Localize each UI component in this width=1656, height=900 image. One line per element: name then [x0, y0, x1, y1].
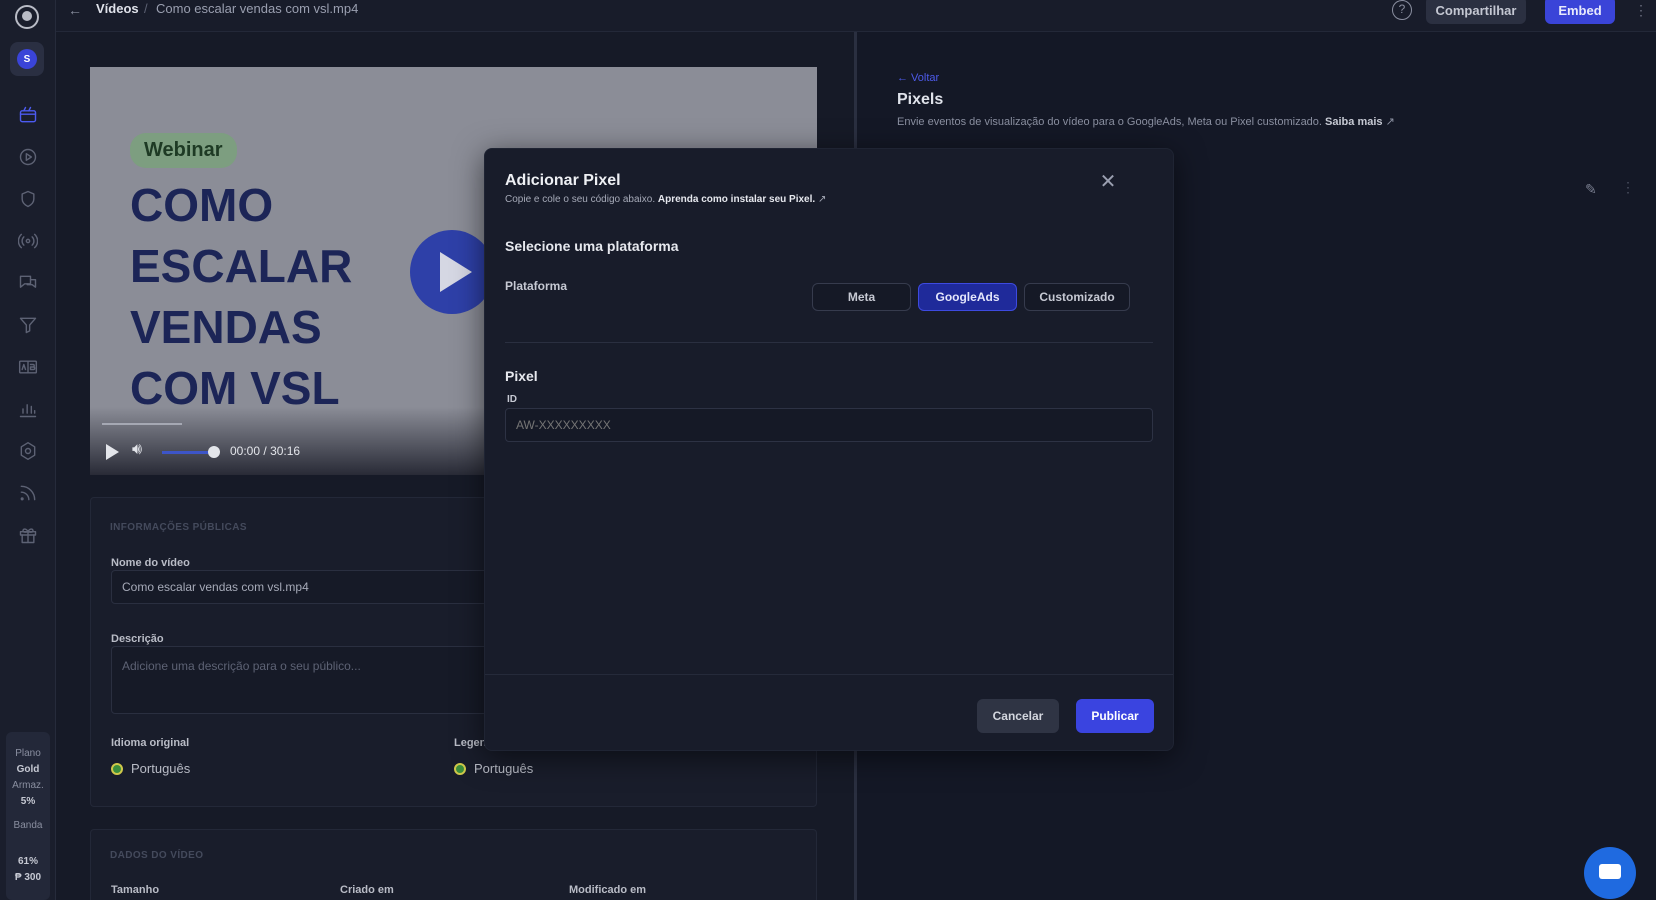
public-info-caption: INFORMAÇÕES PÚBLICAS [110, 522, 247, 533]
original-language-text: Português [131, 761, 191, 776]
modal-subtitle: Copie e cole o seu código abaixo. Aprend… [505, 194, 826, 205]
back-arrow-icon[interactable]: ← [68, 2, 82, 18]
video-name-label: Nome do vídeo [111, 557, 190, 569]
storage-label: Armaz. [12, 780, 44, 791]
created-label: Criado em [340, 884, 394, 896]
rss-icon[interactable] [15, 480, 41, 506]
avatar-container[interactable]: S [10, 42, 44, 76]
cancel-button[interactable]: Cancelar [977, 699, 1059, 733]
play-icon[interactable] [106, 444, 119, 460]
ab-test-icon[interactable] [15, 354, 41, 380]
storage-value: 5% [20, 796, 36, 807]
close-icon[interactable]: ✕ [1099, 172, 1117, 192]
description-label: Descrição [111, 633, 164, 645]
video-data-card: DADOS DO VÍDEO Tamanho Criado em Modific… [90, 829, 817, 900]
external-link-icon: ↗ [1385, 116, 1395, 128]
funnel-icon[interactable] [15, 312, 41, 338]
breadcrumb-current: Como escalar vendas com vsl.mp4 [156, 1, 359, 16]
gift-icon[interactable] [15, 522, 41, 548]
divider [505, 342, 1153, 343]
share-button[interactable]: Compartilhar [1426, 0, 1526, 24]
install-pixel-link[interactable]: Aprenda como instalar seu Pixel. [658, 194, 815, 205]
panel-description-text: Envie eventos de visualização do vídeo p… [897, 116, 1322, 128]
help-icon[interactable]: ? [1392, 0, 1412, 20]
pixel-heading: Pixel [505, 368, 538, 384]
bandwidth-value: 61% [17, 856, 38, 867]
external-link-icon: ↗ [817, 194, 827, 205]
duration: 30:16 [270, 444, 301, 458]
size-label: Tamanho [111, 884, 160, 896]
plan-value: Gold [16, 764, 40, 775]
platform-label: Plataforma [505, 279, 568, 293]
bandwidth-label: Banda [13, 820, 43, 831]
broadcast-icon[interactable] [15, 228, 41, 254]
current-time: 00:00 [230, 444, 261, 458]
plan-usage: Plano Gold Armaz. 5% Banda 61% ₱ 300 [6, 732, 50, 900]
platform-meta-button[interactable]: Meta [812, 283, 911, 311]
breadcrumb-separator: / [144, 1, 148, 16]
play-circle-icon[interactable] [15, 144, 41, 170]
back-link[interactable]: ← Voltar [897, 72, 939, 84]
description-field[interactable]: Adicione uma descrição para o seu públic… [111, 646, 491, 714]
comments-icon[interactable] [15, 270, 41, 296]
panel-title: Pixels [897, 91, 944, 108]
sidebar: S Plano Gold Armaz. 5% Banda 61% ₱ 300 [0, 0, 56, 900]
learn-more-link[interactable]: Saiba mais [1325, 116, 1382, 128]
modified-label: Modificado em [569, 884, 647, 896]
pencil-icon[interactable]: ✎ [1585, 181, 1597, 198]
time-separator: / [263, 444, 267, 458]
brazil-flag-icon [454, 762, 466, 775]
volume-handle[interactable] [208, 446, 220, 458]
publish-button[interactable]: Publicar [1076, 699, 1154, 733]
credits-value: ₱ 300 [14, 872, 42, 883]
subtitle-language-text: Português [474, 761, 534, 776]
platform-custom-button[interactable]: Customizado [1024, 283, 1130, 311]
avatar[interactable]: S [17, 49, 37, 69]
logo-icon[interactable] [15, 5, 39, 29]
embed-button[interactable]: Embed [1545, 0, 1615, 24]
original-language-label: Idioma original [111, 737, 190, 749]
subtitle-label: Legen [454, 737, 487, 749]
breadcrumb-videos[interactable]: Vídeos [96, 1, 139, 16]
settings-icon[interactable] [15, 438, 41, 464]
add-pixel-modal: Adicionar Pixel Copie e cole o seu códig… [484, 148, 1174, 751]
select-platform-heading: Selecione uma plataforma [505, 238, 679, 254]
video-library-icon[interactable] [15, 102, 41, 128]
time-display: 00:00 / 30:16 [230, 444, 300, 458]
platform-googleads-button[interactable]: GoogleAds [918, 283, 1017, 311]
topbar: ← Vídeos / Como escalar vendas com vsl.m… [56, 0, 1656, 32]
video-name-field[interactable]: Como escalar vendas com vsl.mp4 [111, 570, 491, 604]
video-thumbnail-title: COMO ESCALAR VENDAS COM VSL [130, 179, 353, 414]
video-data-caption: DADOS DO VÍDEO [110, 850, 204, 861]
original-language-value[interactable]: Português [111, 761, 190, 776]
analytics-icon[interactable] [15, 396, 41, 422]
modal-subtitle-text: Copie e cole o seu código abaixo. [505, 194, 656, 205]
brazil-flag-icon [111, 762, 123, 775]
more-options-icon[interactable]: ⋮ [1621, 179, 1635, 196]
plan-label: Plano [15, 748, 41, 759]
modal-title: Adicionar Pixel [505, 172, 621, 189]
footer-divider [485, 674, 1173, 675]
shield-icon[interactable] [15, 186, 41, 212]
webinar-tag: Webinar [130, 133, 237, 168]
pixel-id-input[interactable] [505, 408, 1153, 442]
panel-description: Envie eventos de visualização do vídeo p… [897, 115, 1395, 128]
play-overlay-button[interactable] [410, 230, 494, 314]
progress-bar[interactable] [102, 423, 182, 425]
subtitle-language-value[interactable]: Português [454, 761, 533, 776]
volume-icon[interactable]: 🔊︎ [132, 441, 142, 459]
chat-icon[interactable] [1584, 847, 1636, 899]
id-label: ID [507, 394, 517, 405]
more-options-icon[interactable]: ⋮ [1634, 2, 1648, 19]
